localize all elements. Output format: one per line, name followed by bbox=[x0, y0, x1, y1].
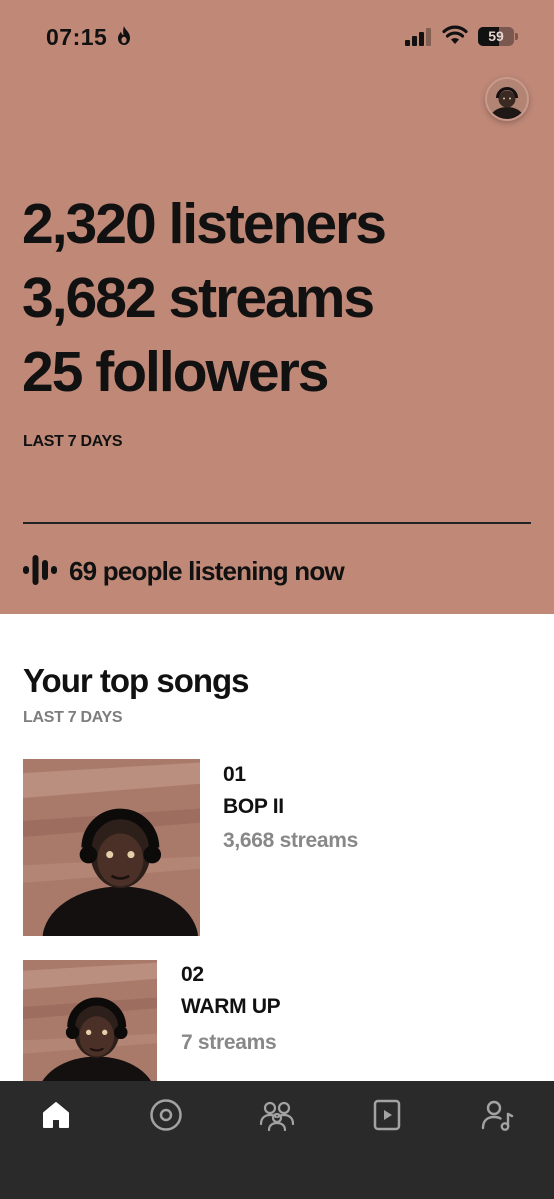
battery-icon: 59 bbox=[478, 27, 514, 46]
battery-level: 59 bbox=[488, 28, 504, 44]
tab-home[interactable] bbox=[36, 1095, 76, 1135]
status-bar: 07:15 59 bbox=[0, 0, 554, 70]
stats-hero: 07:15 59 2,320 listeners 3,682 streams 2… bbox=[0, 0, 554, 614]
stats-period-label: LAST 7 DAYS bbox=[23, 433, 123, 450]
tab-profile[interactable] bbox=[478, 1095, 518, 1135]
divider bbox=[23, 522, 531, 524]
streams-stat: 3,682 streams bbox=[22, 266, 375, 330]
cellular-signal-icon bbox=[405, 28, 433, 46]
song-artwork bbox=[23, 759, 200, 936]
flame-icon bbox=[116, 25, 132, 51]
live-waveform-icon bbox=[23, 553, 57, 587]
home-icon bbox=[43, 1102, 69, 1128]
audience-icon bbox=[259, 1101, 295, 1132]
tab-audience[interactable] bbox=[257, 1095, 297, 1135]
live-listeners-text[interactable]: 69 people listening now bbox=[69, 556, 345, 587]
music-disc-icon bbox=[150, 1099, 182, 1131]
song-rank: 01 bbox=[223, 763, 246, 786]
song-artwork bbox=[23, 960, 157, 1094]
bottom-tab-bar bbox=[0, 1081, 554, 1199]
song-streams: 3,668 streams bbox=[223, 829, 359, 852]
listeners-stat: 2,320 listeners bbox=[22, 192, 387, 256]
video-icon bbox=[373, 1099, 401, 1131]
song-rank: 02 bbox=[181, 963, 204, 986]
song-streams: 7 streams bbox=[181, 1031, 277, 1054]
top-songs-heading: Your top songs bbox=[23, 662, 250, 699]
status-time: 07:15 bbox=[46, 24, 108, 50]
wifi-icon bbox=[442, 24, 468, 51]
followers-stat: 25 followers bbox=[22, 340, 329, 404]
profile-avatar[interactable] bbox=[485, 77, 529, 121]
tab-video[interactable] bbox=[367, 1095, 407, 1135]
tab-music[interactable] bbox=[146, 1095, 186, 1135]
song-title: WARM UP bbox=[181, 995, 281, 1018]
profile-icon bbox=[481, 1100, 514, 1131]
top-songs-period-label: LAST 7 DAYS bbox=[23, 709, 123, 726]
battery-cap bbox=[515, 33, 518, 40]
song-title: BOP II bbox=[223, 795, 284, 818]
